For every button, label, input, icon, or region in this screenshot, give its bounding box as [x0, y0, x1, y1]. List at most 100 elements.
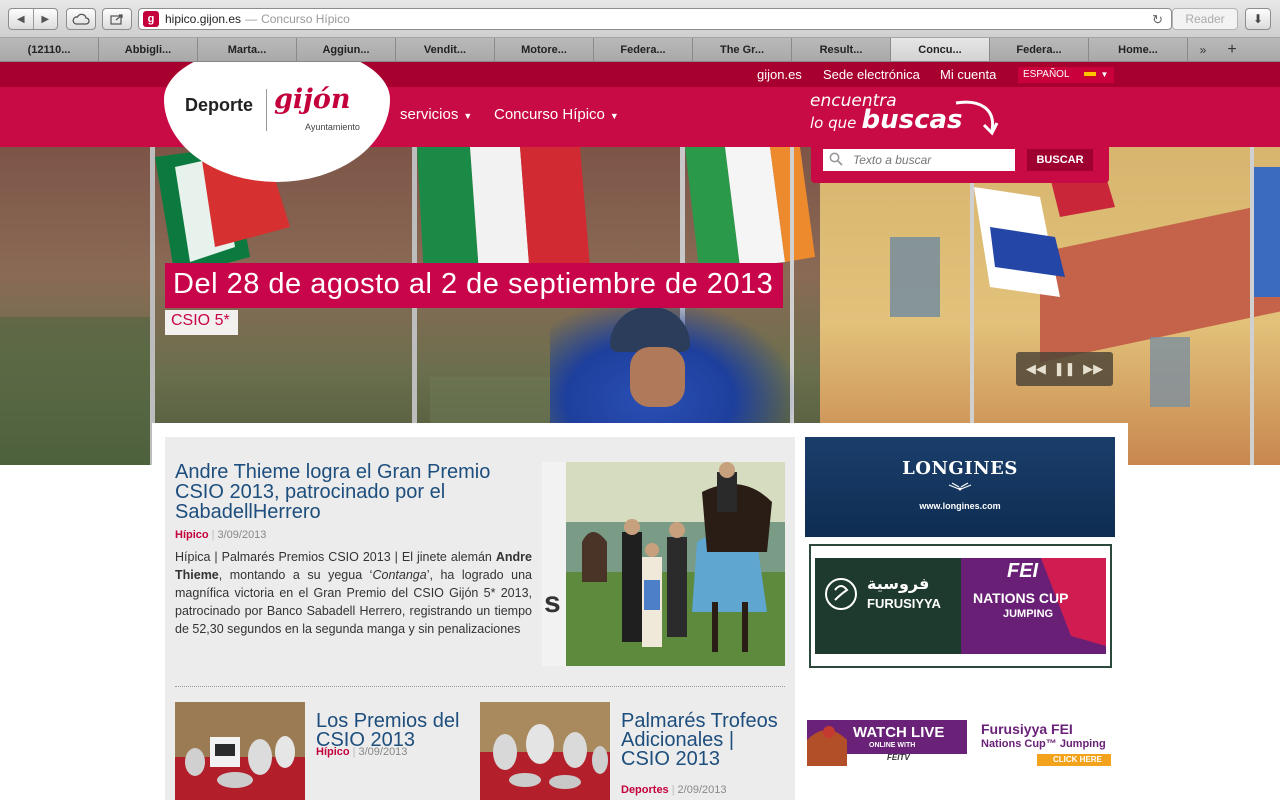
pause-icon[interactable]: ❚❚ — [1054, 361, 1076, 377]
browser-tab-active[interactable]: Concu... — [891, 38, 990, 61]
mi-cuenta-link[interactable]: Mi cuenta — [940, 67, 996, 82]
browser-tab[interactable]: (12110... — [0, 38, 99, 61]
news-meta-premios: Hípico | 3/09/2013 — [316, 746, 407, 758]
spain-flag-icon — [1083, 70, 1096, 79]
click-here-text: CLICK HERE — [1053, 755, 1102, 764]
browser-tab[interactable]: Federa... — [594, 38, 693, 61]
browser-tab[interactable]: Home... — [1089, 38, 1188, 61]
hero-date-caption: Del 28 de agosto al 2 de septiembre de 2… — [165, 263, 784, 308]
news-category[interactable]: Deportes — [621, 784, 669, 796]
tab-bar: (12110... Abbigli... Marta... Aggiun... … — [0, 38, 1280, 62]
curved-arrow-icon — [955, 100, 999, 136]
logo-gijon-text: gijón — [274, 84, 351, 115]
news-thumbnail-premios[interactable] — [175, 702, 305, 800]
meta-separator: | — [211, 529, 215, 541]
download-icon: ⬇ — [1252, 12, 1264, 26]
slider-controls: ◀◀ ❚❚ ▶▶ — [1016, 352, 1113, 386]
news-category[interactable]: Hípico — [316, 746, 350, 758]
nav-concurso-hipico[interactable]: Concurso Hípico ▼ — [494, 106, 619, 123]
nav-servicios-label: servicios — [400, 106, 459, 123]
url-page-title: Concurso Hípico — [261, 12, 350, 26]
nav-concurso-label: Concurso Hípico — [494, 106, 605, 123]
new-tab-icon[interactable]: + — [1218, 38, 1246, 61]
slogan-line-2a: lo que — [810, 114, 857, 132]
longines-wings-icon — [948, 482, 972, 491]
main-news-title[interactable]: Andre Thieme logra el Gran Premio CSIO 2… — [175, 462, 535, 522]
downloads-button[interactable]: ⬇ — [1245, 8, 1271, 30]
search-button[interactable]: BUSCAR — [1027, 149, 1093, 171]
news-meta-trofeos: Deportes | 2/09/2013 — [621, 784, 726, 796]
nations-cup-banner[interactable]: فروسية FURUSIYYA FEI NATIONS CUP JUMPING — [809, 544, 1112, 668]
main-news-meta: Hípico | 3/09/2013 — [175, 529, 266, 541]
more-tabs-icon[interactable]: » — [1188, 38, 1218, 61]
rewind-icon[interactable]: ◀◀ — [1026, 361, 1046, 377]
feitv-text: FEITV — [887, 753, 910, 762]
news-date: 2/09/2013 — [677, 784, 727, 796]
browser-tab[interactable]: Federa... — [990, 38, 1089, 61]
main-news-horse-name: Contanga — [372, 568, 427, 582]
furusiyya-fei-text: Furusiyya FEI — [981, 721, 1073, 737]
meta-separator: | — [352, 746, 356, 758]
news-title-premios[interactable]: Los Premios del CSIO 2013 — [316, 711, 476, 750]
hero-face — [630, 347, 685, 407]
browser-tab[interactable]: Aggiun... — [297, 38, 396, 61]
logo-ayuntamiento-text: Ayuntamiento — [305, 122, 360, 132]
longines-banner[interactable]: LONGINES www.longines.com — [805, 437, 1115, 537]
slogan-line-2b: buscas — [861, 105, 963, 135]
url-separator: — — [245, 12, 258, 26]
reload-icon[interactable]: ↻ — [1152, 12, 1163, 28]
browser-tab[interactable]: Motore... — [495, 38, 594, 61]
hero-slider[interactable]: Del 28 de agosto al 2 de septiembre de 2… — [0, 147, 1280, 465]
browser-tab[interactable]: The Gr... — [693, 38, 792, 61]
search-icon — [829, 152, 845, 168]
chevron-down-icon: ▼ — [1100, 70, 1109, 79]
main-news-date: 3/09/2013 — [217, 529, 267, 541]
slogan: encuentra lo que buscas — [810, 91, 963, 135]
main-news-photo[interactable]: s — [542, 462, 785, 666]
main-news-body-part2: , montando a su yegua ‘ — [218, 568, 373, 582]
hero-event-caption: CSIO 5* — [165, 310, 238, 335]
search-input[interactable] — [823, 149, 1015, 171]
news-date: 3/09/2013 — [358, 746, 408, 758]
logo-deporte-text: Deporte — [185, 95, 254, 115]
nav-servicios[interactable]: servicios ▼ — [400, 106, 472, 123]
news-divider — [175, 686, 785, 687]
history-buttons: ◀ ▶ — [8, 8, 58, 30]
furusiyya-text: FURUSIYYA — [867, 596, 941, 611]
main-news-body-part1: Hípica | Palmarés Premios CSIO 2013 | El… — [175, 550, 496, 564]
sede-electronica-link[interactable]: Sede electrónica — [823, 67, 920, 82]
chevron-down-icon: ▼ — [463, 111, 473, 121]
forward-icon[interactable]: ▶ — [34, 9, 58, 29]
longines-url: www.longines.com — [919, 501, 1001, 511]
jumping-text: JUMPING — [1003, 608, 1054, 620]
browser-tab[interactable]: Marta... — [198, 38, 297, 61]
address-bar[interactable]: g hipico.gijon.es — Concurso Hípico ↻ — [138, 8, 1172, 30]
search-panel: BUSCAR — [811, 145, 1109, 183]
browser-tab[interactable]: Result... — [792, 38, 891, 61]
browser-toolbar: ◀ ▶ g hipico.gijon.es — Concurso Hípico … — [0, 0, 1280, 38]
cloud-icon — [72, 13, 90, 25]
reader-button[interactable]: Reader — [1172, 8, 1238, 30]
nations-cup-text: NATIONS CUP — [973, 590, 1069, 606]
svg-text:s: s — [544, 586, 561, 619]
share-icon — [110, 14, 123, 25]
watch-live-banner[interactable]: WATCH LIVE ONLINE WITH FEITV Furusiyya F… — [807, 720, 1111, 766]
furusiyya-arabic-text: فروسية — [867, 574, 930, 593]
browser-tab[interactable]: Abbigli... — [99, 38, 198, 61]
browser-tab[interactable]: Vendit... — [396, 38, 495, 61]
gijon-link[interactable]: gijon.es — [757, 67, 802, 82]
icloud-button[interactable] — [66, 8, 96, 30]
main-news-body: Hípica | Palmarés Premios CSIO 2013 | El… — [175, 548, 532, 638]
site-favicon-icon: g — [143, 11, 159, 27]
news-thumbnail-trofeos[interactable] — [480, 702, 610, 800]
language-select[interactable]: ESPAÑOL ▼ — [1018, 67, 1114, 83]
news-title-trofeos[interactable]: Palmarés Trofeos Adicionales | CSIO 2013 — [621, 711, 781, 769]
watch-live-text: WATCH LIVE — [853, 724, 945, 741]
share-button[interactable] — [102, 8, 132, 30]
url-host: hipico.gijon.es — [165, 12, 242, 26]
main-news-category[interactable]: Hípico — [175, 529, 209, 541]
back-icon[interactable]: ◀ — [9, 9, 34, 29]
language-label: ESPAÑOL — [1023, 69, 1070, 80]
fast-forward-icon[interactable]: ▶▶ — [1083, 361, 1103, 377]
web-page: gijon.es Sede electrónica Mi cuenta ESPA… — [0, 62, 1280, 800]
